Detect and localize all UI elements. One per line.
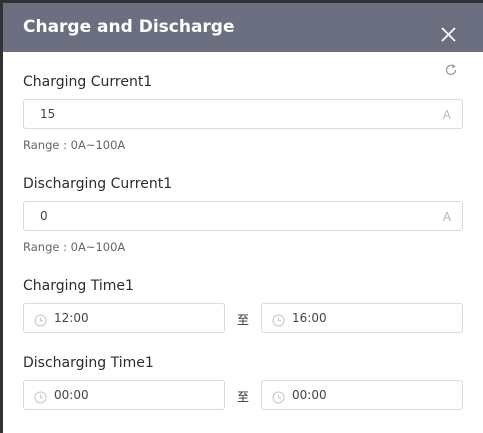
discharging-time-separator: 至 bbox=[237, 390, 250, 404]
refresh-icon[interactable] bbox=[443, 62, 459, 78]
clock-icon bbox=[272, 389, 285, 404]
dialog-title: Charge and Discharge bbox=[23, 17, 235, 37]
charging-time-label: Charging Time1 bbox=[23, 278, 134, 294]
charging-current-input[interactable]: 15 A bbox=[23, 99, 463, 129]
charging-time-start-value: 12:00 bbox=[54, 311, 89, 325]
charging-current-value: 15 bbox=[40, 107, 56, 121]
discharging-time-start-value: 00:00 bbox=[54, 388, 89, 402]
discharging-current-unit: A bbox=[442, 210, 451, 224]
discharging-time-end-value: 00:00 bbox=[292, 388, 327, 402]
charging-time-separator: 至 bbox=[237, 313, 250, 327]
charging-current-label: Charging Current1 bbox=[23, 74, 153, 90]
discharging-current-label: Discharging Current1 bbox=[23, 176, 173, 192]
charging-time-end-picker[interactable]: 16:00 bbox=[261, 303, 463, 333]
discharging-time-end-picker[interactable]: 00:00 bbox=[261, 380, 463, 410]
charging-current-range: Range : 0A~100A bbox=[23, 138, 126, 152]
discharging-current-range: Range : 0A~100A bbox=[23, 240, 126, 254]
discharging-time-start-picker[interactable]: 00:00 bbox=[23, 380, 225, 410]
clock-icon bbox=[272, 312, 285, 327]
discharging-current-input[interactable]: 0 A bbox=[23, 201, 463, 231]
clock-icon bbox=[34, 312, 47, 327]
close-icon[interactable] bbox=[435, 21, 461, 47]
discharging-time-label: Discharging Time1 bbox=[23, 355, 154, 371]
dialog-header: Charge and Discharge bbox=[3, 0, 483, 52]
clock-icon bbox=[34, 389, 47, 404]
charging-current-unit: A bbox=[442, 108, 451, 122]
discharging-current-value: 0 bbox=[40, 209, 48, 223]
charge-discharge-dialog: Charge and Discharge Charging Current1 1… bbox=[0, 0, 483, 433]
charging-time-start-picker[interactable]: 12:00 bbox=[23, 303, 225, 333]
charging-time-end-value: 16:00 bbox=[292, 311, 327, 325]
